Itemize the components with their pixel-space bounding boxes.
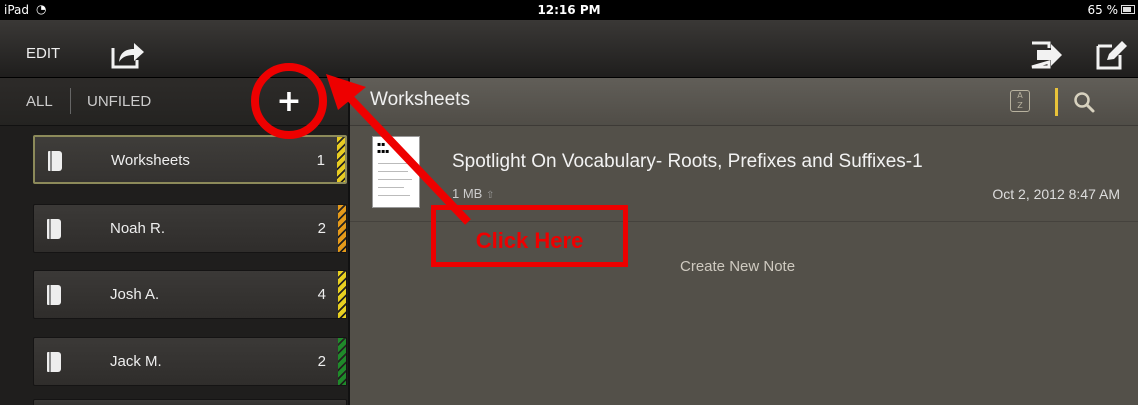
notebook-item-noah-r[interactable]: Noah R. 2 bbox=[33, 204, 347, 253]
notebook-item-worksheets[interactable]: Worksheets 1 bbox=[33, 135, 347, 184]
header-divider bbox=[1055, 88, 1058, 116]
click-here-callout: Click Here bbox=[431, 205, 628, 267]
callout-label: Click Here bbox=[475, 228, 584, 253]
filter-bar: ALL UNFILED + bbox=[0, 78, 348, 126]
notebook-item-partial[interactable] bbox=[33, 399, 347, 405]
notes-header: Worksheets AZ bbox=[350, 78, 1138, 126]
notebook-icon bbox=[47, 219, 61, 239]
notebook-count: 2 bbox=[317, 353, 326, 370]
share-icon[interactable] bbox=[110, 38, 146, 70]
notebook-name: Worksheets bbox=[111, 152, 190, 169]
battery-icon bbox=[1121, 5, 1135, 14]
create-new-note-button[interactable]: Create New Note bbox=[680, 258, 795, 275]
notebook-name: Noah R. bbox=[110, 220, 166, 237]
status-bar: iPad ◔ 12:16 PM 65 % bbox=[0, 0, 1138, 20]
notebook-count: 1 bbox=[316, 152, 325, 169]
notebook-item-josh-a[interactable]: Josh A. 4 bbox=[33, 270, 347, 319]
notebook-name: Jack M. bbox=[110, 353, 162, 370]
notebook-color-tab bbox=[337, 137, 345, 182]
note-title: Spotlight On Vocabulary- Roots, Prefixes… bbox=[452, 151, 923, 172]
notebook-sidebar: ALL UNFILED + Worksheets 1 Noah R. 2 Jos… bbox=[0, 78, 348, 405]
note-size: 1 MB ⇧ bbox=[452, 186, 495, 201]
thumbnail-art: ▪▪ ▪▪▪ bbox=[377, 141, 390, 155]
battery-percent: 65 % bbox=[1087, 3, 1119, 17]
notebook-icon bbox=[47, 285, 61, 305]
filter-divider bbox=[70, 88, 71, 114]
top-toolbar: EDIT bbox=[0, 20, 1138, 78]
notebook-color-tab bbox=[338, 205, 346, 252]
notebook-name: Josh A. bbox=[110, 286, 160, 303]
notebook-icon bbox=[48, 151, 62, 171]
note-thumbnail: ▪▪ ▪▪▪ bbox=[372, 136, 420, 208]
notebook-icon bbox=[47, 352, 61, 372]
clock: 12:16 PM bbox=[537, 3, 601, 17]
compose-icon[interactable] bbox=[1096, 40, 1128, 70]
sort-az-icon[interactable]: AZ bbox=[1010, 90, 1030, 112]
upload-icon: ⇧ bbox=[485, 190, 495, 201]
add-notebook-button[interactable]: + bbox=[272, 85, 306, 119]
notebook-count: 2 bbox=[317, 220, 326, 237]
notebook-count: 4 bbox=[317, 286, 326, 303]
notebook-color-tab bbox=[338, 271, 346, 318]
edit-button[interactable]: EDIT bbox=[26, 45, 60, 62]
filter-unfiled-tab[interactable]: UNFILED bbox=[87, 93, 151, 110]
page-title: Worksheets bbox=[370, 89, 470, 110]
note-date: Oct 2, 2012 8:47 AM bbox=[992, 186, 1120, 202]
notebook-color-tab bbox=[338, 338, 346, 385]
search-icon[interactable] bbox=[1072, 90, 1096, 114]
filter-all-tab[interactable]: ALL bbox=[26, 93, 53, 110]
move-to-icon[interactable] bbox=[1029, 40, 1065, 70]
notebook-item-jack-m[interactable]: Jack M. 2 bbox=[33, 337, 347, 386]
